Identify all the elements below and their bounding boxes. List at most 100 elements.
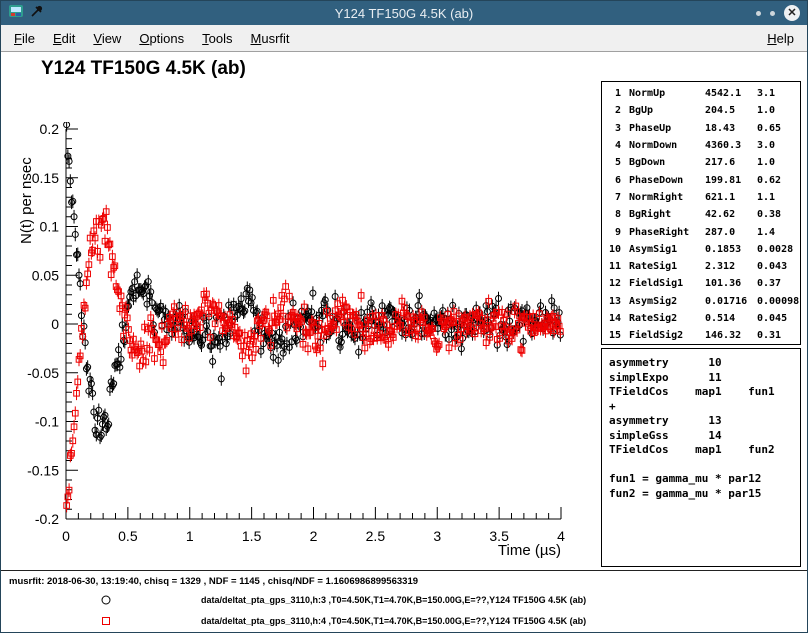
data-point	[446, 341, 452, 355]
param-name: AsymSig1	[629, 244, 705, 255]
param-no: 8	[607, 209, 621, 220]
parameter-row: 1NormUp4542.13.1	[602, 85, 800, 102]
menu-item-options[interactable]: Options	[130, 31, 193, 46]
circle-marker-icon	[99, 593, 113, 612]
app-window: Y124 TF150G 4.5K (ab) ✕ FileEditViewOpti…	[0, 0, 808, 633]
param-name: PhaseDown	[629, 175, 705, 186]
y-tick-label: 0.2	[40, 121, 60, 137]
param-value: 0.01716	[705, 296, 757, 307]
menu-item-edit[interactable]: Edit	[44, 31, 84, 46]
legend-row: data/deltat_pta_gps_3110,h:4 ,T0=4.50K,T…	[1, 612, 807, 630]
param-no: 6	[607, 175, 621, 186]
param-name: PhaseUp	[629, 123, 705, 134]
data-point	[118, 289, 124, 303]
parameter-row: 5BgDown217.61.0	[602, 154, 800, 171]
param-no: 2	[607, 105, 621, 116]
y-axis-title: N(t) per nsec	[18, 157, 35, 244]
y-tick-label: -0.05	[27, 365, 59, 381]
param-value: 101.36	[705, 278, 757, 289]
param-no: 3	[607, 123, 621, 134]
legend-row: data/deltat_pta_gps_3110,h:3 ,T0=4.50K,T…	[1, 591, 807, 609]
data-point	[310, 286, 316, 300]
y-tick-label: 0.05	[32, 267, 59, 283]
param-no: 7	[607, 192, 621, 203]
titlebar: Y124 TF150G 4.5K (ab) ✕	[1, 1, 807, 25]
param-error: 0.38	[757, 209, 800, 220]
x-tick-label: 0	[62, 528, 70, 544]
menu-item-musrfit[interactable]: Musrfit	[242, 31, 299, 46]
y-tick-label: -0.1	[35, 414, 59, 430]
parameter-row: 4NormDown4360.33.0	[602, 137, 800, 154]
param-error: 1.4	[757, 227, 800, 238]
menu-item-tools[interactable]: Tools	[193, 31, 241, 46]
parameter-row: 10AsymSig10.18530.0028	[602, 241, 800, 258]
param-no: 15	[607, 330, 621, 341]
data-point	[148, 311, 154, 325]
param-error: 1.1	[757, 192, 800, 203]
param-name: RateSig2	[629, 313, 705, 324]
param-no: 9	[607, 227, 621, 238]
window-title: Y124 TF150G 4.5K (ab)	[1, 6, 807, 21]
param-error: 0.37	[757, 278, 800, 289]
legend-label: data/deltat_pta_gps_3110,h:4 ,T0=4.50K,T…	[201, 616, 586, 626]
parameter-row: 6 PhaseDown199.810.62	[602, 171, 800, 188]
param-name: FieldSig2	[629, 330, 705, 341]
x-tick-label: 1	[186, 528, 194, 544]
param-error: 0.62	[757, 175, 800, 186]
data-point	[143, 355, 149, 369]
data-point	[80, 330, 86, 344]
param-name: PhaseRight	[629, 227, 705, 238]
param-no: 11	[607, 261, 621, 272]
param-no: 14	[607, 313, 621, 324]
menu-item-help[interactable]: Help	[758, 31, 803, 46]
x-tick-label: 2	[310, 528, 318, 544]
app-icon[interactable]	[8, 3, 24, 24]
param-name: NormDown	[629, 140, 705, 151]
data-point	[356, 345, 362, 359]
data-point	[320, 357, 326, 371]
data-point	[160, 356, 166, 370]
data-point	[486, 294, 492, 308]
param-value: 0.514	[705, 313, 757, 324]
data-point	[358, 289, 364, 303]
data-point	[72, 406, 78, 420]
param-value: 199.81	[705, 175, 757, 186]
param-value: 217.6	[705, 157, 757, 168]
data-point	[223, 337, 229, 351]
data-point	[458, 342, 464, 356]
pin-icon[interactable]	[30, 4, 44, 23]
param-error: 1.0	[757, 105, 800, 116]
minimize-button[interactable]	[756, 11, 761, 16]
data-point	[84, 276, 90, 290]
data-point	[179, 333, 185, 347]
param-error: 0.00098	[757, 296, 800, 307]
param-value: 4542.1	[705, 88, 757, 99]
data-point	[243, 364, 249, 378]
plot-canvas[interactable]: 00.511.522.533.54-0.2-0.15-0.1-0.0500.05…	[1, 52, 601, 571]
data-point	[110, 250, 116, 264]
series-square	[64, 205, 563, 513]
param-error: 3.0	[757, 140, 800, 151]
data-point	[249, 351, 255, 365]
parameter-row: 8BgRight42.620.38	[602, 206, 800, 223]
x-tick-label: 3	[433, 528, 441, 544]
data-point	[105, 221, 111, 235]
param-no: 12	[607, 278, 621, 289]
parameter-row: 12FieldSig1101.360.37	[602, 275, 800, 292]
separator-line	[1, 570, 808, 571]
menu-item-view[interactable]: View	[84, 31, 130, 46]
menubar: FileEditViewOptionsToolsMusrfit Help	[1, 25, 807, 52]
param-value: 146.32	[705, 330, 757, 341]
menu-item-file[interactable]: File	[5, 31, 44, 46]
close-button[interactable]: ✕	[784, 5, 800, 21]
data-point	[368, 296, 374, 310]
data-point	[415, 299, 421, 313]
parameter-box: 1NormUp4542.13.12BgUp204.51.03PhaseUp18.…	[601, 81, 801, 345]
param-name: BgRight	[629, 209, 705, 220]
x-tick-label: 0.5	[118, 528, 138, 544]
parameter-row: 7NormRight621.11.1	[602, 189, 800, 206]
parameter-row: 14RateSig20.5140.045	[602, 310, 800, 327]
param-name: BgUp	[629, 105, 705, 116]
parameter-row: 2BgUp204.51.0	[602, 102, 800, 119]
maximize-button[interactable]	[770, 11, 775, 16]
